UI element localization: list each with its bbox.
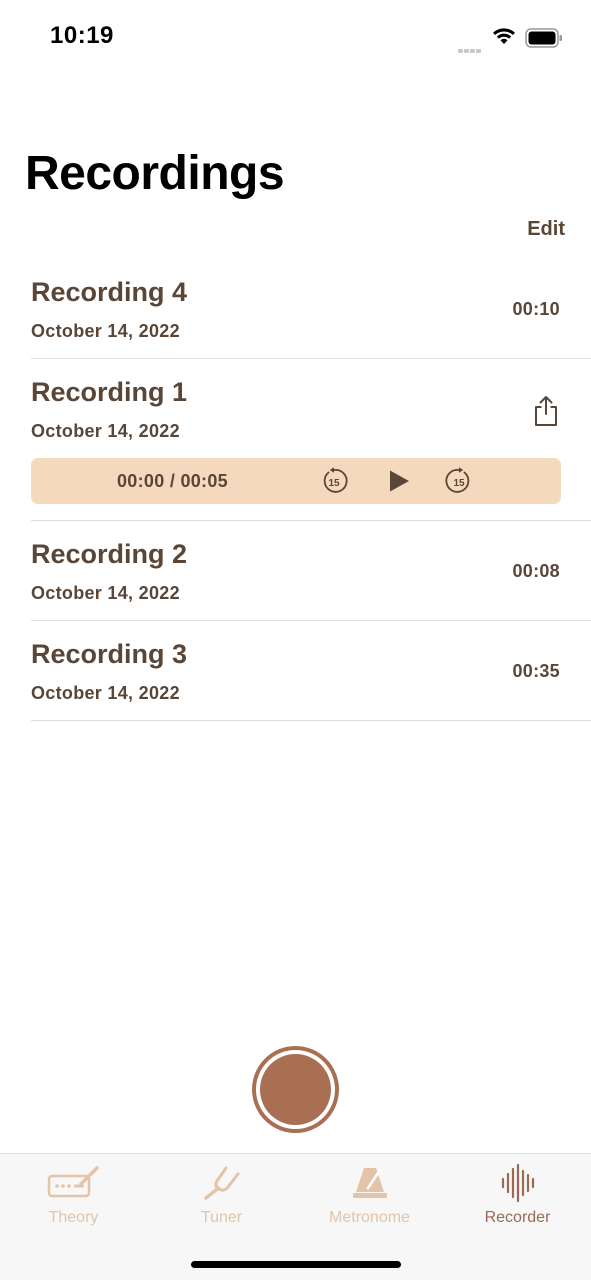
- recording-name: Recording 4: [31, 277, 188, 307]
- recording-row[interactable]: Recording 4 October 14, 2022 00:10: [31, 259, 591, 359]
- share-icon[interactable]: [533, 395, 559, 427]
- audio-player: 00:00 / 00:05 15 15: [31, 458, 561, 504]
- tab-metronome[interactable]: Metronome: [296, 1154, 443, 1244]
- skip-back-15-icon[interactable]: 15: [320, 467, 348, 495]
- waveform-icon: [501, 1164, 534, 1202]
- recording-duration: 00:35: [512, 661, 560, 681]
- tab-label: Tuner: [200, 1209, 243, 1226]
- edit-button[interactable]: Edit: [527, 218, 565, 241]
- skip-back-label: 15: [328, 478, 340, 489]
- player-time: 00:00 / 00:05: [117, 471, 228, 491]
- tab-label: Recorder: [484, 1209, 551, 1226]
- recording-name: Recording 2: [31, 539, 188, 569]
- metronome-icon: [352, 1168, 387, 1198]
- record-dot: [260, 1054, 331, 1125]
- tab-label: Theory: [48, 1209, 99, 1226]
- recording-duration: 00:10: [512, 299, 560, 319]
- skip-forward-label: 15: [453, 478, 465, 489]
- tab-recorder[interactable]: Recorder: [444, 1154, 591, 1244]
- status-time: 10:19: [50, 22, 114, 49]
- recordings-list: Recording 4 October 14, 2022 00:10 Recor…: [31, 259, 591, 721]
- status-bar: 10:19: [0, 0, 591, 80]
- recording-name: Recording 1: [31, 377, 188, 407]
- home-indicator: [191, 1261, 401, 1268]
- keyboard-pencil-icon: [47, 1166, 99, 1198]
- page-title: Recordings: [25, 147, 285, 200]
- recording-date: October 14, 2022: [31, 683, 180, 703]
- tab-tuner[interactable]: Tuner: [148, 1154, 295, 1244]
- tab-label: Metronome: [329, 1209, 410, 1226]
- wifi-icon: [493, 28, 515, 44]
- cellular-signal-icon: [458, 40, 486, 53]
- tuning-fork-icon: [203, 1166, 239, 1200]
- recording-row[interactable]: Recording 3 October 14, 2022 00:35: [31, 621, 591, 721]
- recording-date: October 14, 2022: [31, 421, 180, 441]
- record-button[interactable]: [252, 1046, 339, 1133]
- recording-row-expanded[interactable]: Recording 1 October 14, 2022 00:00 / 00:…: [31, 359, 591, 521]
- tab-theory[interactable]: Theory: [0, 1154, 147, 1244]
- battery-icon: [525, 28, 562, 48]
- recording-date: October 14, 2022: [31, 321, 180, 341]
- recording-row[interactable]: Recording 2 October 14, 2022 00:08: [31, 521, 591, 621]
- skip-forward-15-icon[interactable]: 15: [445, 467, 473, 495]
- play-icon[interactable]: [386, 467, 414, 495]
- recording-date: October 14, 2022: [31, 583, 180, 603]
- recording-duration: 00:08: [512, 561, 560, 581]
- tab-bar: Theory Tuner Metronome Recorder: [0, 1153, 591, 1280]
- recording-name: Recording 3: [31, 639, 188, 669]
